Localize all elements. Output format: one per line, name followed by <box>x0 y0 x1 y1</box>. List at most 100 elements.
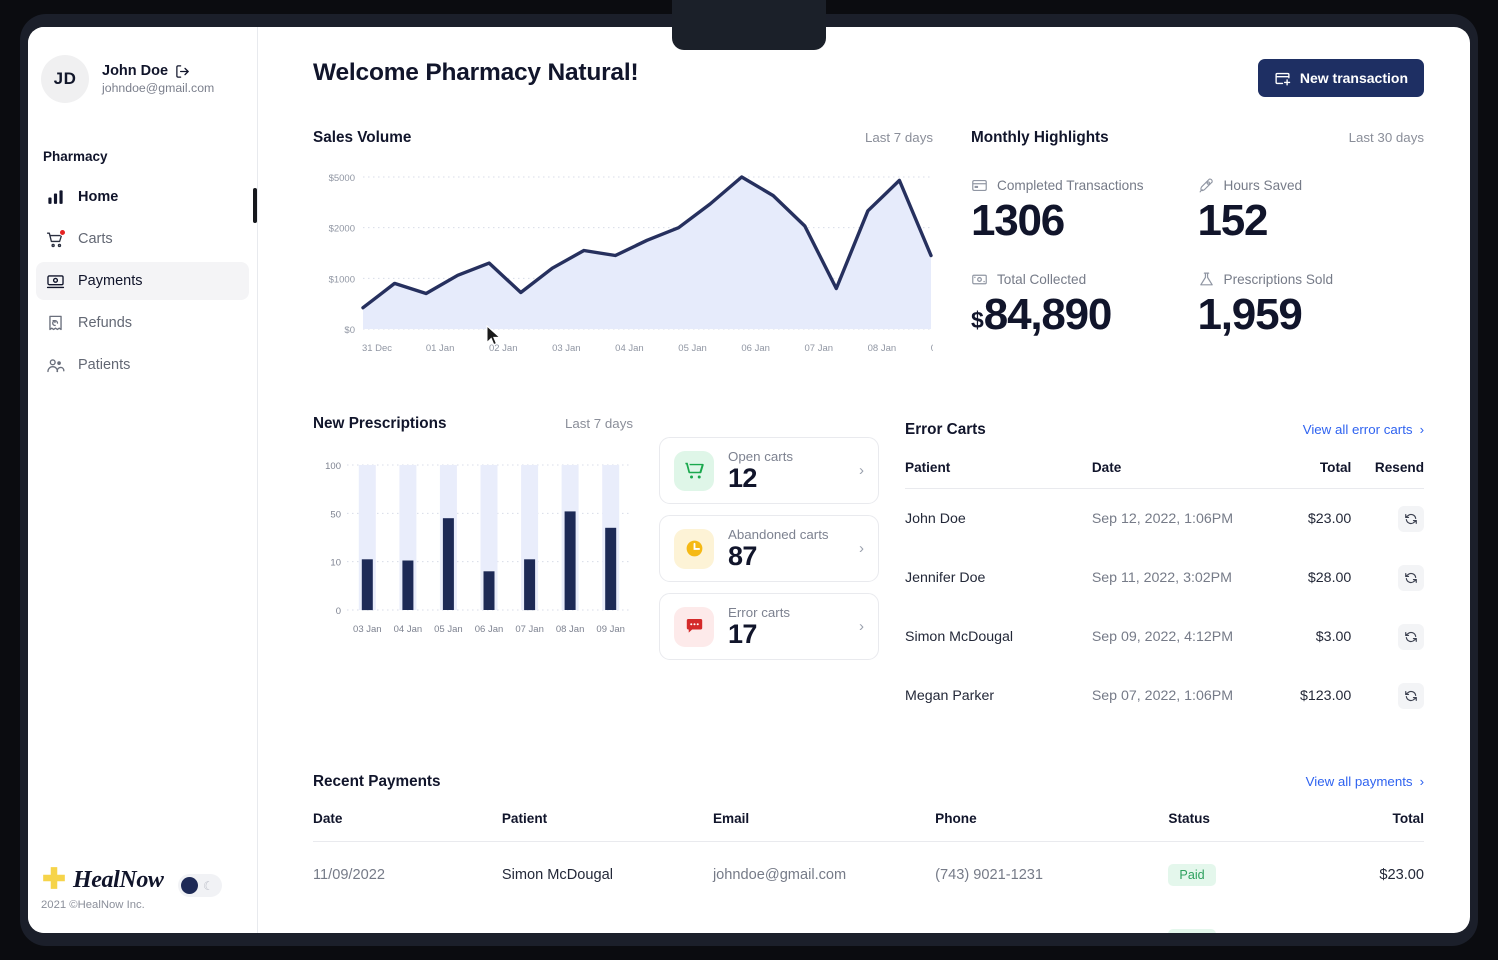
theme-toggle[interactable]: ☾ <box>178 874 222 897</box>
dashboard-row-1: Sales Volume Last 7 days $0 $1000 $2000 $50… <box>313 129 1424 367</box>
table-row[interactable]: Megan Parker Sep 07, 2022, 1:06PM $123.00 <box>905 666 1424 725</box>
new-transaction-button[interactable]: New transaction <box>1257 59 1424 97</box>
col-date: Date <box>313 811 502 842</box>
sidebar-item-home[interactable]: Home <box>36 178 249 216</box>
sidebar-item-refunds[interactable]: Refunds <box>36 304 249 342</box>
error-carts-card[interactable]: Error carts 17 › <box>659 593 879 660</box>
page-title: Welcome Pharmacy Natural! <box>313 59 639 86</box>
col-email: Email <box>712 811 936 842</box>
x-axis-tick: 09 Jan <box>931 343 933 354</box>
bar <box>564 511 576 610</box>
bar <box>483 571 495 610</box>
sidebar-footer: HealNow 2021 ©HealNow Inc. ☾ <box>28 865 258 911</box>
cell-email: johndoe@gmail.com <box>713 907 935 933</box>
sidebar-item-payments[interactable]: Payments <box>36 262 249 300</box>
col-status: Status <box>1168 811 1302 842</box>
stat-value: 84,890 <box>983 289 1113 339</box>
cell-total: $23.00 <box>1379 867 1424 883</box>
table-row[interactable]: Jennifer Doe Sep 11, 2022, 3:02PM $28.00 <box>905 548 1424 607</box>
rocket-icon <box>1198 177 1215 194</box>
highlights-grid: Completed Transactions 1306 Hours Saved … <box>971 177 1424 338</box>
monthly-highlights-title: Monthly Highlights <box>971 129 1109 146</box>
cell-date: Sep 09, 2022, 4:12PM <box>1091 629 1234 645</box>
chevron-right-icon: › <box>1419 774 1424 789</box>
stat-prescriptions-sold: Prescriptions Sold 1,959 <box>1198 271 1425 339</box>
stat-hours-saved: Hours Saved 152 <box>1198 177 1425 245</box>
x-axis-tick: 01 Jan <box>426 343 455 354</box>
moon-icon: ☾ <box>203 878 214 893</box>
avatar: JD <box>41 55 89 103</box>
sidebar-item-patients[interactable]: Patients <box>36 346 249 384</box>
col-total: Total <box>1301 811 1424 842</box>
status-badge: Paid <box>1168 929 1216 933</box>
resend-button[interactable] <box>1398 506 1424 532</box>
col-phone: Phone <box>935 811 1169 842</box>
bar <box>361 559 373 611</box>
chevron-right-icon: › <box>859 540 864 557</box>
stat-label: Total Collected <box>997 271 1087 287</box>
x-axis-tick: 06 Jan <box>741 343 770 354</box>
bar <box>402 560 414 610</box>
area-fill <box>363 177 931 329</box>
x-axis-tick: 06 Jan <box>475 624 504 635</box>
bar-chart-icon <box>46 188 65 207</box>
dashboard-row-2: New Prescriptions Last 7 days 0 10 50 100 03… <box>313 415 1424 725</box>
recent-payments-card: Recent Payments View all payments › Date… <box>313 773 1424 933</box>
logout-icon[interactable] <box>175 64 190 79</box>
sidebar-scrollbar[interactable] <box>253 188 257 223</box>
app-screen: JD John Doe johndoe@gmail.com Pharmacy H… <box>28 27 1470 933</box>
cell-resend <box>1351 548 1424 607</box>
sidebar-item-label: Carts <box>78 231 113 247</box>
resend-button[interactable] <box>1398 565 1424 591</box>
table-row[interactable]: Simon McDougal Sep 09, 2022, 4:12PM $3.00 <box>905 607 1424 666</box>
main-content: Welcome Pharmacy Natural! New transactio… <box>258 27 1470 933</box>
new-prescriptions-range: Last 7 days <box>564 416 633 431</box>
x-axis-tick: 05 Jan <box>678 343 707 354</box>
sales-volume-title: Sales Volume <box>313 129 412 146</box>
col-date: Date <box>1091 460 1269 489</box>
table-row[interactable]: John Doe Sep 12, 2022, 1:06PM $23.00 <box>905 489 1424 549</box>
monthly-highlights-range: Last 30 days <box>1348 130 1424 145</box>
cell-patient: Simon McDougal <box>905 629 1014 645</box>
cell-resend <box>1351 489 1424 549</box>
monthly-highlights-card: Monthly Highlights Last 30 days Complete… <box>971 129 1424 367</box>
user-email: johndoe@gmail.com <box>102 81 215 95</box>
x-axis-tick: 05 Jan <box>434 624 463 635</box>
sales-volume-chart: $0 $1000 $2000 $5000 31 Dec 01 Jan 02 Jan 03 Ja… <box>313 167 960 367</box>
cell-resend <box>1351 607 1424 666</box>
refund-icon <box>46 314 65 333</box>
tablet-frame: JD John Doe johndoe@gmail.com Pharmacy H… <box>0 0 1498 960</box>
open-carts-card[interactable]: Open carts 12 › <box>659 437 879 504</box>
view-all-error-carts-link[interactable]: View all error carts › <box>1303 422 1424 437</box>
brand-name: HealNow <box>73 867 164 893</box>
stat-value: 1,959 <box>1197 289 1303 339</box>
stat-value-wrap: $84,890 <box>971 289 1198 339</box>
bar <box>605 527 617 610</box>
card-plus-icon <box>1274 70 1291 87</box>
y-axis-tick: $2000 <box>329 224 355 235</box>
abandoned-carts-card[interactable]: Abandoned carts 87 › <box>659 515 879 582</box>
bar <box>524 559 536 611</box>
healnow-cross-logo <box>41 865 67 896</box>
sales-volume-range: Last 7 days <box>864 130 933 145</box>
cell-date: Sep 11, 2022, 3:02PM <box>1091 570 1232 586</box>
x-axis-tick: 04 Jan <box>394 624 423 635</box>
sidebar-item-label: Refunds <box>78 315 133 331</box>
cart-stat-value: 87 <box>728 540 757 571</box>
cell-date: 11/09/2022 <box>313 867 385 883</box>
col-resend: Resend <box>1351 460 1424 489</box>
resend-button[interactable] <box>1398 683 1424 709</box>
clock-icon <box>674 528 714 569</box>
cart-stats-column: Open carts 12 › Abandoned carts 87 › Err… <box>659 415 879 725</box>
resend-button[interactable] <box>1398 624 1424 650</box>
stat-completed-transactions: Completed Transactions 1306 <box>971 177 1198 245</box>
table-row[interactable]: 11/09/2022 Simon McDougal johndoe@gmail.co… <box>313 842 1424 908</box>
sidebar-item-carts[interactable]: Carts <box>36 220 249 258</box>
user-profile[interactable]: JD John Doe johndoe@gmail.com <box>28 27 257 103</box>
new-prescriptions-svg: 0 10 50 100 03 Jan 04 Jan 05 Jan 06 Jan 07 Jan 08… <box>325 461 631 635</box>
sidebar-item-label: Home <box>78 189 119 205</box>
table-row[interactable]: 11/09/2022Peter Parkerjohndoe@gmail.com(… <box>313 907 1424 933</box>
cell-patient: John Doe <box>905 511 966 527</box>
view-all-payments-link[interactable]: View all payments › <box>1306 774 1424 789</box>
recent-payments-table: Date Patient Email Phone Status Total 11… <box>313 811 1424 933</box>
